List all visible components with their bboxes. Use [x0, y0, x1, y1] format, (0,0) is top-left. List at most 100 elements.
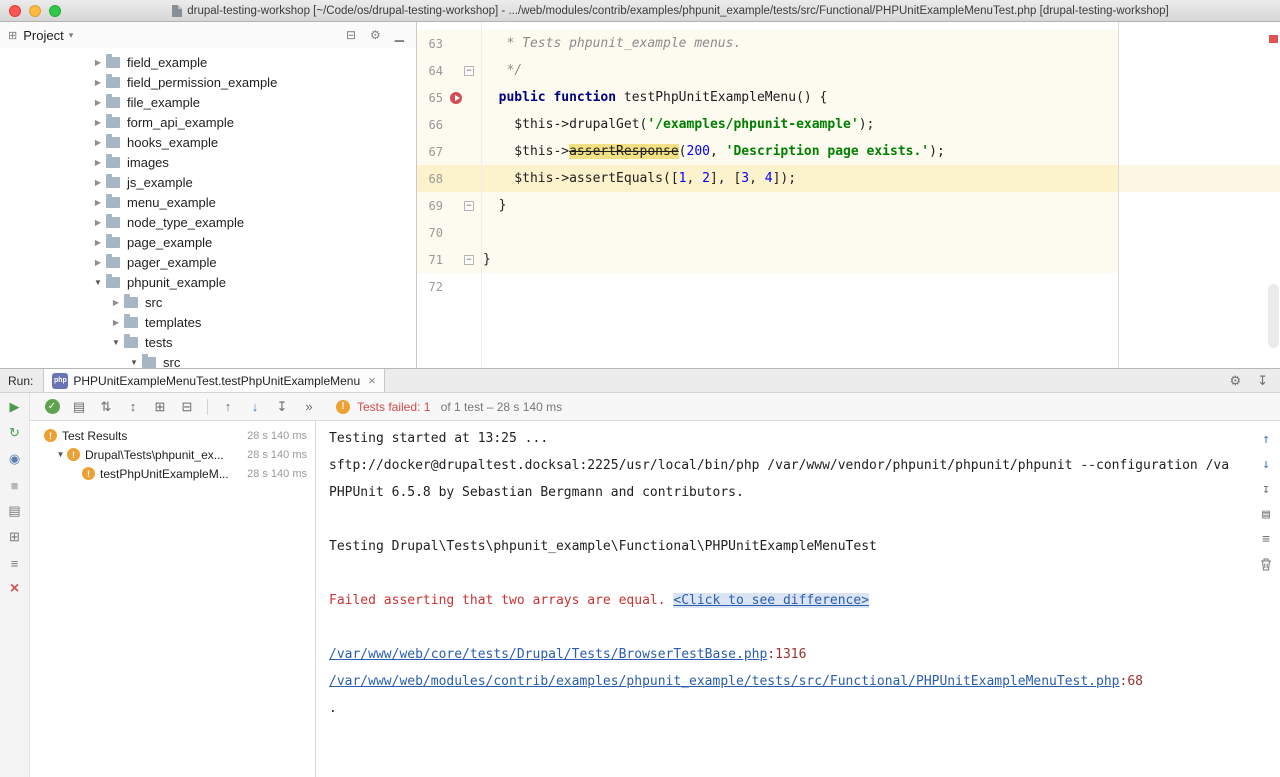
next-failed-test-icon[interactable]: ↓: [243, 396, 267, 418]
chevron-right-icon[interactable]: ▶: [90, 218, 106, 227]
hide-tool-window-icon[interactable]: ↧: [1257, 373, 1268, 389]
tree-item-phpunit-example[interactable]: ▼phpunit_example: [0, 272, 416, 292]
line-number: 65: [417, 91, 443, 105]
code-line[interactable]: 64− */: [417, 57, 1280, 84]
tree-item-menu-example[interactable]: ▶menu_example: [0, 192, 416, 212]
close-run-panel-button[interactable]: ×: [7, 581, 23, 597]
export-icon[interactable]: ↧: [1258, 481, 1274, 497]
test-results-root-row[interactable]: ! Test Results 28 s 140 ms: [30, 426, 315, 445]
restore-layout-icon[interactable]: ⊞: [7, 529, 23, 545]
project-panel-title[interactable]: Project: [23, 28, 63, 43]
rerun-test-button[interactable]: ▶: [7, 399, 23, 415]
code-line[interactable]: 70: [417, 219, 1280, 246]
show-ignored-icon[interactable]: ▤: [67, 396, 91, 418]
show-passed-icon[interactable]: ✓: [40, 396, 64, 418]
code-line[interactable]: 68 $this->assertEquals([1, 2], [3, 4]);: [417, 165, 1280, 192]
tree-item-form-api-example[interactable]: ▶ form_api_example: [0, 112, 416, 132]
tree-item-label: form_api_example: [127, 115, 234, 130]
editor-pane[interactable]: 63 * Tests phpunit_example menus. 64− */…: [417, 22, 1280, 368]
chevron-right-icon[interactable]: ▶: [90, 98, 106, 107]
chevron-right-icon[interactable]: ▶: [108, 298, 124, 307]
tree-item-label: templates: [145, 315, 201, 330]
code-line[interactable]: 72: [417, 273, 1280, 300]
code-line[interactable]: 66 $this->drupalGet('/examples/phpunit-e…: [417, 111, 1280, 138]
chevron-right-icon[interactable]: ▶: [90, 118, 106, 127]
more-options-icon[interactable]: »: [297, 396, 321, 418]
hide-panel-icon[interactable]: ▁: [395, 28, 404, 42]
console-history-icon[interactable]: ▤: [1258, 506, 1274, 522]
code-line[interactable]: 63 * Tests phpunit_example menus.: [417, 30, 1280, 57]
clear-all-icon[interactable]: [1258, 556, 1274, 572]
close-window-button[interactable]: [9, 5, 21, 17]
rerun-failed-tests-button[interactable]: ↻: [7, 425, 23, 441]
zoom-window-button[interactable]: [49, 5, 61, 17]
chevron-right-icon[interactable]: ▶: [108, 318, 124, 327]
chevron-right-icon[interactable]: ▶: [90, 138, 106, 147]
chevron-right-icon[interactable]: ▶: [90, 58, 106, 67]
expand-all-icon[interactable]: ⊞: [148, 396, 172, 418]
fold-marker-icon[interactable]: −: [464, 66, 474, 76]
sort-by-duration-icon[interactable]: ↕: [121, 396, 145, 418]
stack-trace-link[interactable]: /var/www/web/core/tests/Drupal/Tests/Bro…: [329, 647, 767, 662]
collapse-all-icon[interactable]: ⊟: [346, 28, 356, 42]
chevron-down-icon[interactable]: ▼: [90, 278, 106, 287]
chevron-down-icon[interactable]: ▼: [126, 358, 142, 367]
tree-item-field-example[interactable]: ▶field_example: [0, 52, 416, 72]
tree-item-file-example[interactable]: ▶file_example: [0, 92, 416, 112]
chevron-right-icon[interactable]: ▶: [90, 198, 106, 207]
code-line[interactable]: 69− }: [417, 192, 1280, 219]
print-icon[interactable]: ≡: [1258, 531, 1274, 547]
tree-item-templates[interactable]: ▶ templates: [0, 312, 416, 332]
gear-icon[interactable]: ⚙: [1229, 373, 1241, 389]
chevron-right-icon[interactable]: ▶: [90, 238, 106, 247]
close-tab-icon[interactable]: ×: [368, 373, 376, 388]
test-runner-toolbar: ✓ ▤ ⇅ ↕ ⊞ ⊟ ↑ ↓ ↧ » ! Tests failed: 1 of…: [30, 393, 1280, 421]
chevron-down-icon[interactable]: ▼: [108, 338, 124, 347]
minimize-window-button[interactable]: [29, 5, 41, 17]
tree-item-page-example[interactable]: ▶page_example: [0, 232, 416, 252]
chevron-right-icon[interactable]: ▶: [90, 258, 106, 267]
chevron-down-icon[interactable]: ▾: [69, 30, 74, 41]
tree-item-pager-example[interactable]: ▶pager_example: [0, 252, 416, 272]
show-console-icon[interactable]: ▤: [7, 503, 23, 519]
tree-item-src[interactable]: ▶src: [0, 292, 416, 312]
tree-item-hooks-example[interactable]: ▶hooks_example: [0, 132, 416, 152]
chevron-right-icon[interactable]: ▶: [90, 78, 106, 87]
tree-item-tests-src[interactable]: ▼src: [0, 352, 416, 368]
chevron-right-icon[interactable]: ▶: [90, 178, 106, 187]
toggle-auto-test-icon[interactable]: ◉: [7, 451, 23, 467]
chevron-down-icon[interactable]: ▼: [54, 450, 67, 459]
collapse-all-icon[interactable]: ⊟: [175, 396, 199, 418]
chevron-right-icon[interactable]: ▶: [90, 158, 106, 167]
up-stack-trace-icon[interactable]: ↑: [1258, 431, 1274, 447]
editor-scrollbar[interactable]: [1268, 284, 1279, 348]
tree-item-tests[interactable]: ▼tests: [0, 332, 416, 352]
error-stripe-mark[interactable]: [1269, 35, 1278, 43]
code-line[interactable]: 67 $this->assertResponse(200, 'Descripti…: [417, 138, 1280, 165]
test-status-icon: !: [82, 467, 95, 480]
down-stack-trace-icon[interactable]: ↓: [1258, 456, 1274, 472]
tree-item-js-example[interactable]: ▶js_example: [0, 172, 416, 192]
previous-failed-test-icon[interactable]: ↑: [216, 396, 240, 418]
run-tab[interactable]: php PHPUnitExampleMenuTest.testPhpUnitEx…: [43, 369, 384, 392]
stack-trace-link[interactable]: /var/www/web/modules/contrib/examples/ph…: [329, 674, 1120, 689]
test-console[interactable]: Testing started at 13:25 ... sftp://dock…: [317, 421, 1280, 777]
folder-icon: [124, 317, 138, 328]
code-line[interactable]: 71−}: [417, 246, 1280, 273]
fold-marker-icon[interactable]: −: [464, 201, 474, 211]
console-line: Testing Drupal\Tests\phpunit_example\Fun…: [329, 533, 1280, 560]
export-test-results-icon[interactable]: ↧: [270, 396, 294, 418]
sort-alphabetically-icon[interactable]: ⇅: [94, 396, 118, 418]
code-line[interactable]: 65 public function testPhpUnitExampleMen…: [417, 84, 1280, 111]
tree-item-images[interactable]: ▶images: [0, 152, 416, 172]
test-method-row[interactable]: ! testPhpUnitExampleM... 28 s 140 ms: [30, 464, 315, 483]
see-difference-link[interactable]: <Click to see difference>: [673, 593, 869, 608]
tree-item-node-type-example[interactable]: ▶node_type_example: [0, 212, 416, 232]
gear-icon[interactable]: ⚙: [370, 28, 381, 42]
tree-item-field-permission-example[interactable]: ▶field_permission_example: [0, 72, 416, 92]
stop-button[interactable]: ■: [7, 477, 23, 493]
fold-marker-icon[interactable]: −: [464, 255, 474, 265]
test-class-row[interactable]: ▼ ! Drupal\Tests\phpunit_ex... 28 s 140 …: [30, 445, 315, 464]
failed-test-gutter-icon[interactable]: [450, 92, 462, 104]
console-options-icon[interactable]: ≡: [7, 555, 23, 571]
